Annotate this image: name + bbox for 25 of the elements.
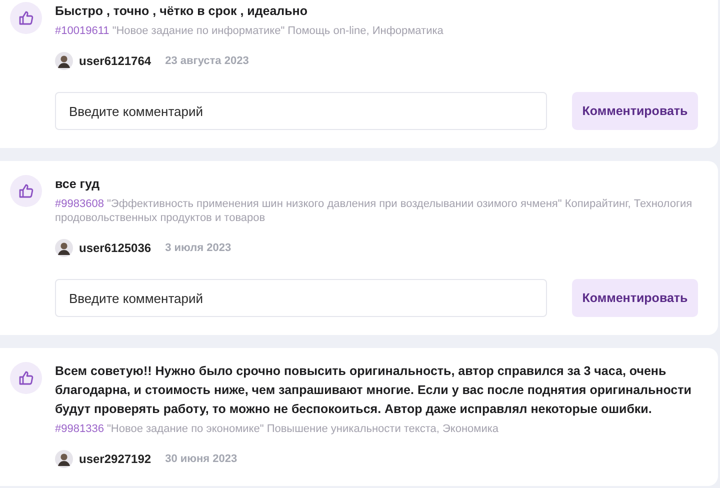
review-date: 30 июня 2023 [165,453,238,465]
avatar-icon [55,239,73,257]
avatar-icon [55,52,73,70]
comment-field[interactable]: Введите комментарий [55,279,547,317]
comment-button[interactable]: Комментировать [572,92,698,130]
review-date: 3 июля 2023 [165,242,232,254]
avatar-icon [55,450,73,468]
review-text: Быстро , точно , чётко в срок , идеально [55,3,308,20]
username[interactable]: user6125036 [79,241,152,255]
comment-field[interactable]: Введите комментарий [55,92,547,130]
review-text: Всем советую!! Нужно было срочно повысить оригинальность, автор справился за 3 часа, очень благодарна, и стоимость ниже, чем запрашивают многие. Если у вас после поднятия оригинальности будут проверять работу, то можно не беспокоиться. Автор даже исправлял некоторые ошибки. [55,363,692,418]
username[interactable]: user6121764 [79,54,152,68]
order-link[interactable]: #10019611 [55,25,110,37]
review-text: все гуд [55,176,101,193]
order-link[interactable]: #9983608 [55,198,104,210]
comment-button[interactable]: Комментировать [572,279,698,317]
username[interactable]: user2927192 [79,452,152,466]
order-info: #9983608 "Эффективность применения шин низкого давления при возделывании озимого ячменя" Копирайтинг, Технология продовольственных продуктов и товаров [55,197,694,225]
thumbs-up-icon [18,183,34,199]
order-link[interactable]: #9981336 [55,423,104,435]
order-info: #10019611 "Новое задание по информатике" Помощь on-line, Информатика [55,24,444,38]
thumbs-up-icon [18,10,34,26]
review-date: 23 августа 2023 [165,55,249,67]
order-info: #9981336 "Новое задание по экономике" Повышение уникальности текста, Экономика [55,422,500,436]
thumbs-up-icon [18,370,34,386]
